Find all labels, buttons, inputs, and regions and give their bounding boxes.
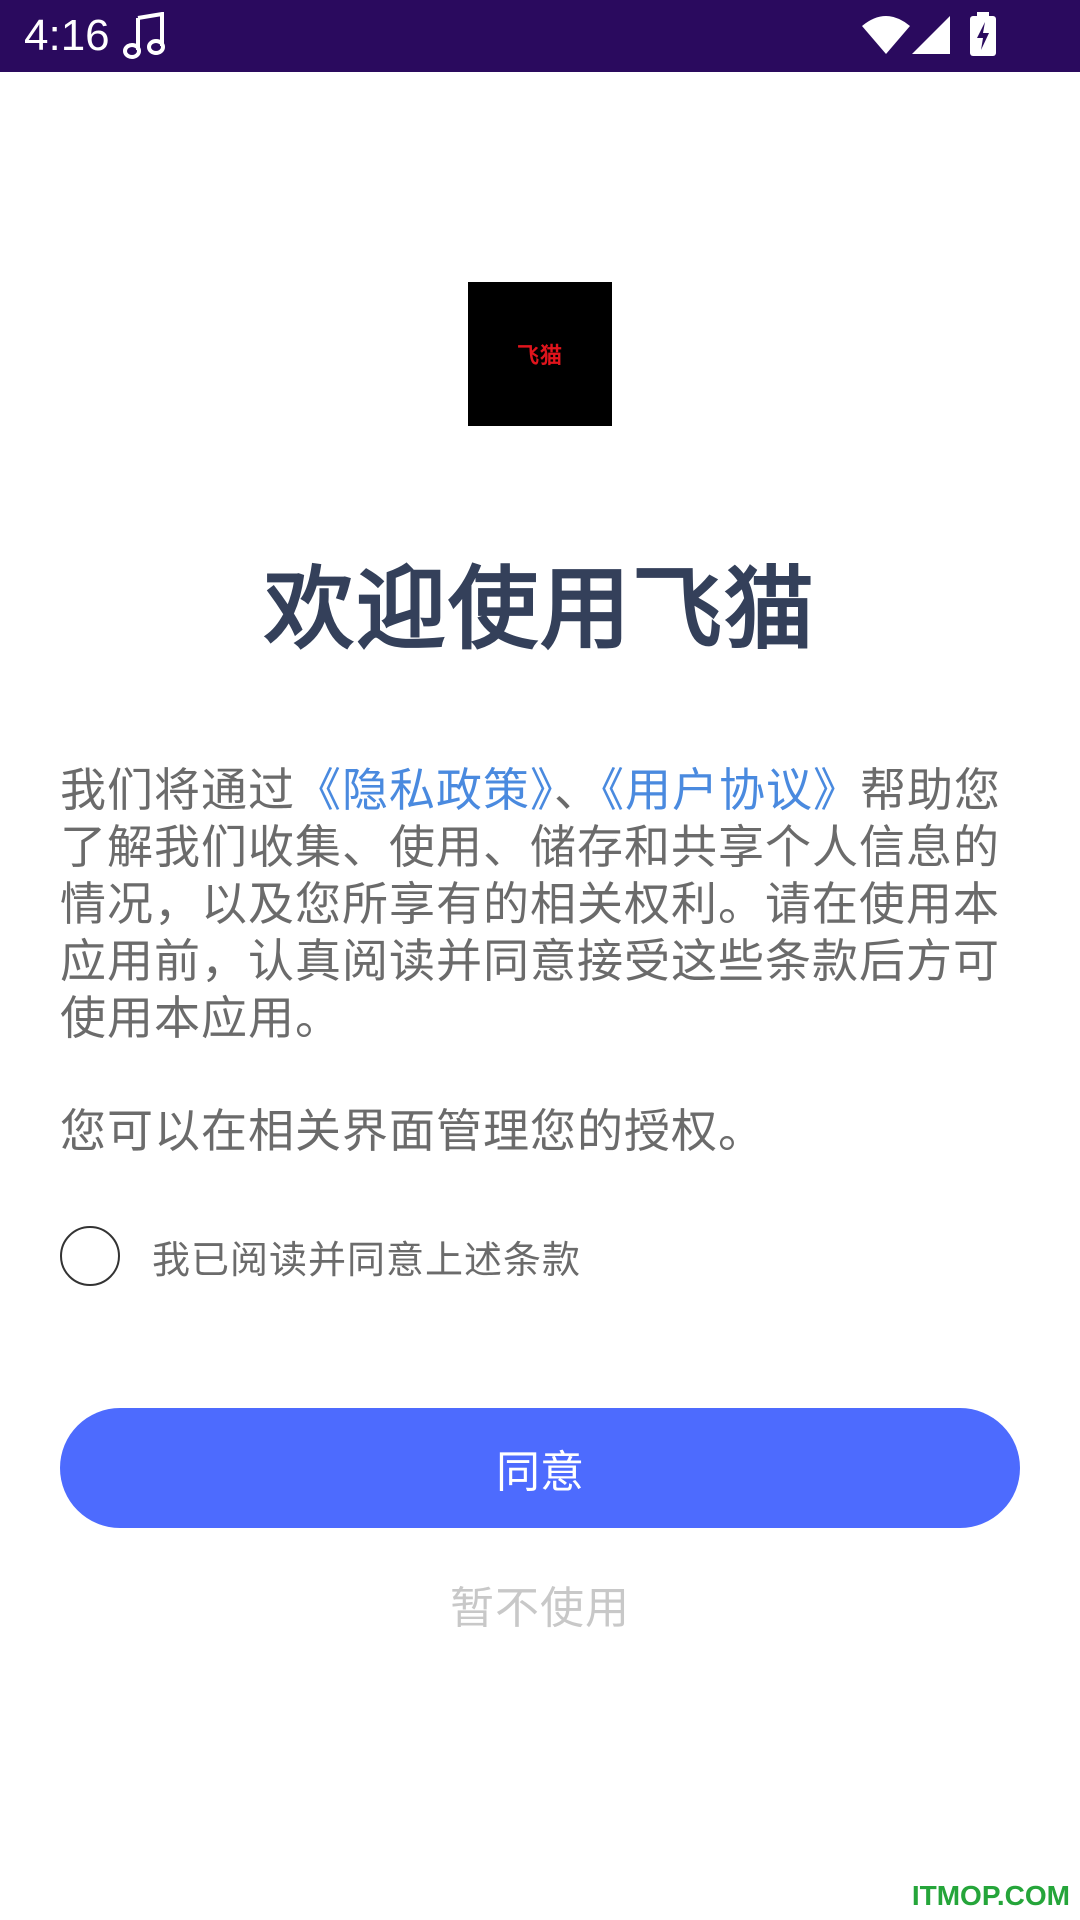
user-agreement-link[interactable]: 《用户协议》: [601, 763, 860, 817]
decline-button[interactable]: 暂不使用: [0, 1572, 1080, 1636]
signal-icon: [912, 16, 950, 54]
app-logo: 飞猫: [468, 282, 612, 426]
privacy-intro-text: 我们将通过《隐私政策》、《用户协议》帮助您了解我们收集、使用、储存和共享个人信息…: [60, 762, 1020, 1047]
consent-label[interactable]: 我已阅读并同意上述条款: [152, 1229, 581, 1284]
status-bar: 4:16: [0, 0, 1080, 72]
battery-charging-icon: [970, 12, 996, 56]
privacy-policy-link[interactable]: 《隐私政策》: [295, 763, 554, 817]
app-logo-text: 飞猫: [516, 344, 563, 369]
intro-prefix: 我们将通过: [60, 763, 295, 817]
consent-row[interactable]: 我已阅读并同意上述条款: [60, 1224, 760, 1288]
agree-button[interactable]: 同意: [60, 1408, 1020, 1528]
manage-authorization-text: 您可以在相关界面管理您的授权。: [60, 1104, 765, 1158]
consent-radio-button[interactable]: [60, 1226, 120, 1286]
watermark: ITMOP.COM: [911, 1880, 1070, 1911]
intro-separator: 、: [554, 763, 601, 817]
music-note-icon: [123, 12, 165, 59]
welcome-title: 欢迎使用飞猫: [264, 557, 816, 662]
status-time: 4:16: [24, 11, 110, 60]
wifi-icon: [862, 16, 910, 54]
